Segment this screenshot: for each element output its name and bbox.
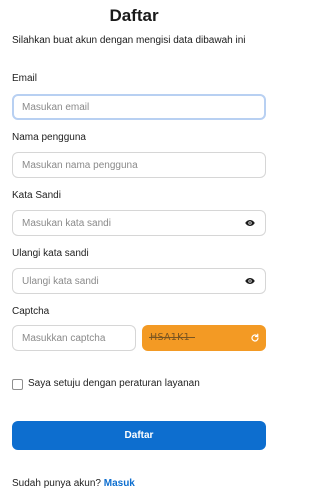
username-field[interactable] (12, 152, 266, 178)
page-subtitle: Silahkan buat akun dengan mengisi data d… (12, 35, 246, 46)
register-button[interactable]: Daftar (12, 421, 266, 450)
confirm-password-input[interactable] (22, 269, 237, 293)
username-input[interactable] (22, 153, 237, 177)
eye-icon[interactable] (245, 219, 255, 227)
eye-icon[interactable] (245, 277, 255, 285)
captcha-field[interactable] (12, 325, 136, 351)
terms-checkbox[interactable] (12, 379, 23, 390)
password-label: Kata Sandi (12, 190, 61, 201)
email-field[interactable] (12, 94, 266, 120)
email-label: Email (12, 73, 38, 84)
refresh-icon[interactable] (250, 333, 260, 343)
confirm-password-field[interactable] (12, 268, 266, 294)
confirm-password-label: Ulangi kata sandi (12, 248, 89, 259)
captcha-image: HSA1K1 (142, 325, 266, 351)
login-prompt: Sudah punya akun? Masuk (12, 478, 135, 489)
login-link[interactable]: Masuk (104, 478, 135, 489)
login-prompt-text: Sudah punya akun? (12, 478, 101, 489)
password-field[interactable] (12, 210, 266, 236)
email-input[interactable] (22, 96, 237, 118)
captcha-strike-line (149, 337, 195, 338)
password-input[interactable] (22, 211, 237, 235)
terms-label[interactable]: Saya setuju dengan peraturan layanan (28, 378, 200, 389)
captcha-label: Captcha (12, 306, 50, 317)
captcha-input[interactable] (22, 326, 130, 350)
page-title: Daftar (109, 6, 159, 25)
username-label: Nama pengguna (12, 132, 86, 143)
